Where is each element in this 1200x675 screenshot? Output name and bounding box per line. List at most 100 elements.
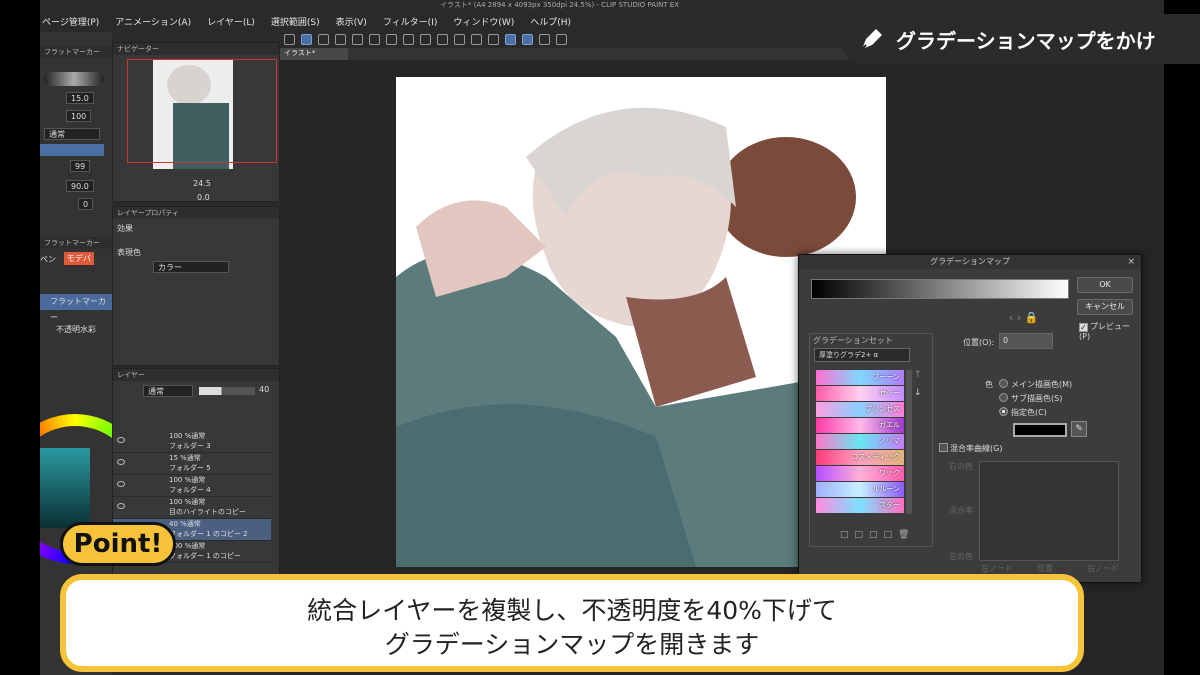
eye-icon[interactable] (117, 503, 125, 509)
video-section-title: グラデーションマップをかけ (840, 14, 1200, 64)
specified-color-swatch[interactable] (1013, 423, 1067, 437)
preset-item[interactable]: セシー (816, 386, 904, 401)
layer-row[interactable]: 100 %通常 フォルダー 4 (113, 475, 271, 497)
eyedropper-icon[interactable]: ✎ (1071, 421, 1087, 437)
layer-row[interactable]: 15 %通常 フォルダー 5 (113, 453, 271, 475)
color-label: 色 (985, 380, 993, 389)
layer-tab[interactable]: レイヤー (113, 369, 279, 381)
expression-color-label: 表現色 (117, 248, 141, 257)
menu-layer[interactable]: レイヤー(L) (207, 15, 255, 28)
gradient-set-box: 厚塗りグラデ2+ α ブーーン セシー プリンセス ガエル ノリマ コスメティッ… (809, 333, 933, 547)
sub-tool-opaque-watercolor[interactable]: 不透明水彩 (56, 324, 96, 335)
preset-item[interactable]: ガエル (816, 418, 904, 433)
layer-opacity-slider[interactable] (199, 387, 255, 395)
undo-icon[interactable] (369, 33, 380, 45)
invert-selection-icon[interactable] (471, 33, 482, 45)
point-badge: Point! (60, 522, 176, 566)
menu-page[interactable]: ページ管理(P) (42, 15, 99, 28)
axis-mix-rate: 混合率 (949, 506, 973, 515)
window-title: イラスト* (A4 2894 x 4093px 350dpi 24.5%) - … (440, 1, 680, 9)
clear-icon[interactable] (403, 33, 414, 45)
video-frame: イラスト* (A4 2894 x 4093px 350dpi 24.5%) - … (0, 0, 1200, 675)
specified-color-radio[interactable] (999, 407, 1008, 416)
menu-animation[interactable]: アニメーション(A) (115, 15, 191, 28)
tab-illustration[interactable]: イラスト* (280, 48, 348, 60)
color-swatch-bar[interactable] (40, 144, 104, 156)
crop-icon[interactable] (488, 33, 499, 45)
gradient-preview-bar[interactable] (811, 279, 1069, 299)
nav-arrows-icon[interactable]: ‹ › 🔒 (1009, 311, 1039, 324)
main-color-radio[interactable] (999, 379, 1008, 388)
cancel-button[interactable]: キャンセル (1077, 299, 1133, 315)
menu-help[interactable]: ヘルプ(H) (530, 15, 571, 28)
brush-opacity-field[interactable]: 100 (66, 110, 92, 122)
node-left-label: 左ノード (981, 564, 1013, 573)
value-99-field[interactable]: 99 (70, 160, 91, 172)
ok-button[interactable]: OK (1077, 277, 1133, 293)
menu-selection[interactable]: 選択範囲(S) (271, 15, 320, 28)
open-file-icon[interactable] (335, 33, 346, 45)
blend-mode-select[interactable]: 通常 (44, 128, 100, 140)
layer-row[interactable]: 100 %通常 フォルダー 3 (113, 431, 271, 453)
preset-tools-icon[interactable]: □□□□🗑 (840, 530, 915, 540)
sub-tool-modebrush[interactable]: モデバ (64, 252, 94, 265)
mix-curve-graph[interactable] (979, 461, 1119, 561)
preset-item[interactable]: ルルーン (816, 482, 904, 497)
sub-tool-pen[interactable]: ペン (40, 254, 56, 265)
arrow-up-icon[interactable]: ↑ (914, 370, 922, 380)
brush-tab[interactable]: フラットマーカー (40, 46, 112, 58)
brush-tool-icon[interactable] (301, 33, 312, 45)
preset-item[interactable]: プリンセス (816, 402, 904, 417)
eye-icon[interactable] (117, 437, 125, 443)
layer-property-tab[interactable]: レイヤープロパティ (113, 207, 279, 219)
subtitle-caption: 統合レイヤーを複製し、不透明度を40%下げて グラデーションマップを開きます (60, 574, 1084, 672)
preset-scrollbar[interactable] (906, 370, 912, 514)
gradient-set-select[interactable]: 厚塗りグラデ2+ α (814, 348, 910, 362)
sub-tool-flat-marker[interactable]: フラットマーカー (40, 294, 112, 322)
arrow-down-icon[interactable]: ↓ (914, 388, 922, 398)
close-icon[interactable]: × (1127, 255, 1135, 269)
menu-window[interactable]: ウィンドウ(W) (453, 15, 514, 28)
preset-item[interactable]: ワック (816, 466, 904, 481)
deselect-icon[interactable] (454, 33, 465, 45)
snap-grid-icon[interactable] (522, 33, 533, 45)
expression-color-select[interactable]: カラー (153, 261, 229, 273)
brush-size-field[interactable]: 15.0 (66, 92, 94, 104)
redo-icon[interactable] (386, 33, 397, 45)
caption-line-1: 統合レイヤーを複製し、不透明度を40%下げて (307, 596, 837, 625)
snap-ruler-icon[interactable] (505, 33, 516, 45)
snap-special-icon[interactable] (539, 33, 550, 45)
mix-curve-checkbox[interactable] (939, 443, 948, 452)
preset-item[interactable]: コスメティック (816, 450, 904, 465)
transform-icon[interactable] (437, 33, 448, 45)
value-90-field[interactable]: 90.0 (66, 180, 94, 192)
zoom-value: 24.5 (193, 179, 211, 188)
value-0-field[interactable]: 0 (78, 198, 94, 210)
color-saturation-square[interactable] (40, 448, 90, 528)
eye-icon[interactable] (117, 459, 125, 465)
menu-view[interactable]: 表示(V) (336, 15, 367, 28)
position-field[interactable]: 0 (999, 333, 1053, 349)
preview-checkbox[interactable]: ✓ (1079, 323, 1088, 332)
sub-color-radio[interactable] (999, 393, 1008, 402)
navigator-tab[interactable]: ナビゲーター (113, 43, 279, 55)
main-color-label: メイン描画色(M) (1011, 380, 1073, 389)
eye-icon[interactable] (117, 481, 125, 487)
mix-curve-label: 混合率曲線(G) (950, 444, 1003, 453)
hamburger-icon[interactable] (284, 33, 295, 45)
new-file-icon[interactable] (318, 33, 329, 45)
axis-right-color: 右の色 (949, 462, 973, 471)
preset-item[interactable]: ブーーン (816, 370, 904, 385)
save-icon[interactable] (352, 33, 363, 45)
preset-item[interactable]: スター (816, 498, 904, 513)
navigator-panel: ナビゲーター 24.5 0.0 (112, 42, 280, 202)
node-right-label: 右ノード (1087, 564, 1119, 573)
layer-blend-select[interactable]: 通常 (143, 385, 193, 397)
settings-icon[interactable] (556, 33, 567, 45)
sub-tool-tab[interactable]: フラットマーカー (40, 237, 112, 249)
preset-item[interactable]: ノリマ (816, 434, 904, 449)
layer-row[interactable]: 100 %通常 目のハイライトのコピー (113, 497, 271, 519)
dialog-title: グラデーションマップ (930, 257, 1010, 266)
menu-filter[interactable]: フィルター(I) (383, 15, 438, 28)
fill-icon[interactable] (420, 33, 431, 45)
